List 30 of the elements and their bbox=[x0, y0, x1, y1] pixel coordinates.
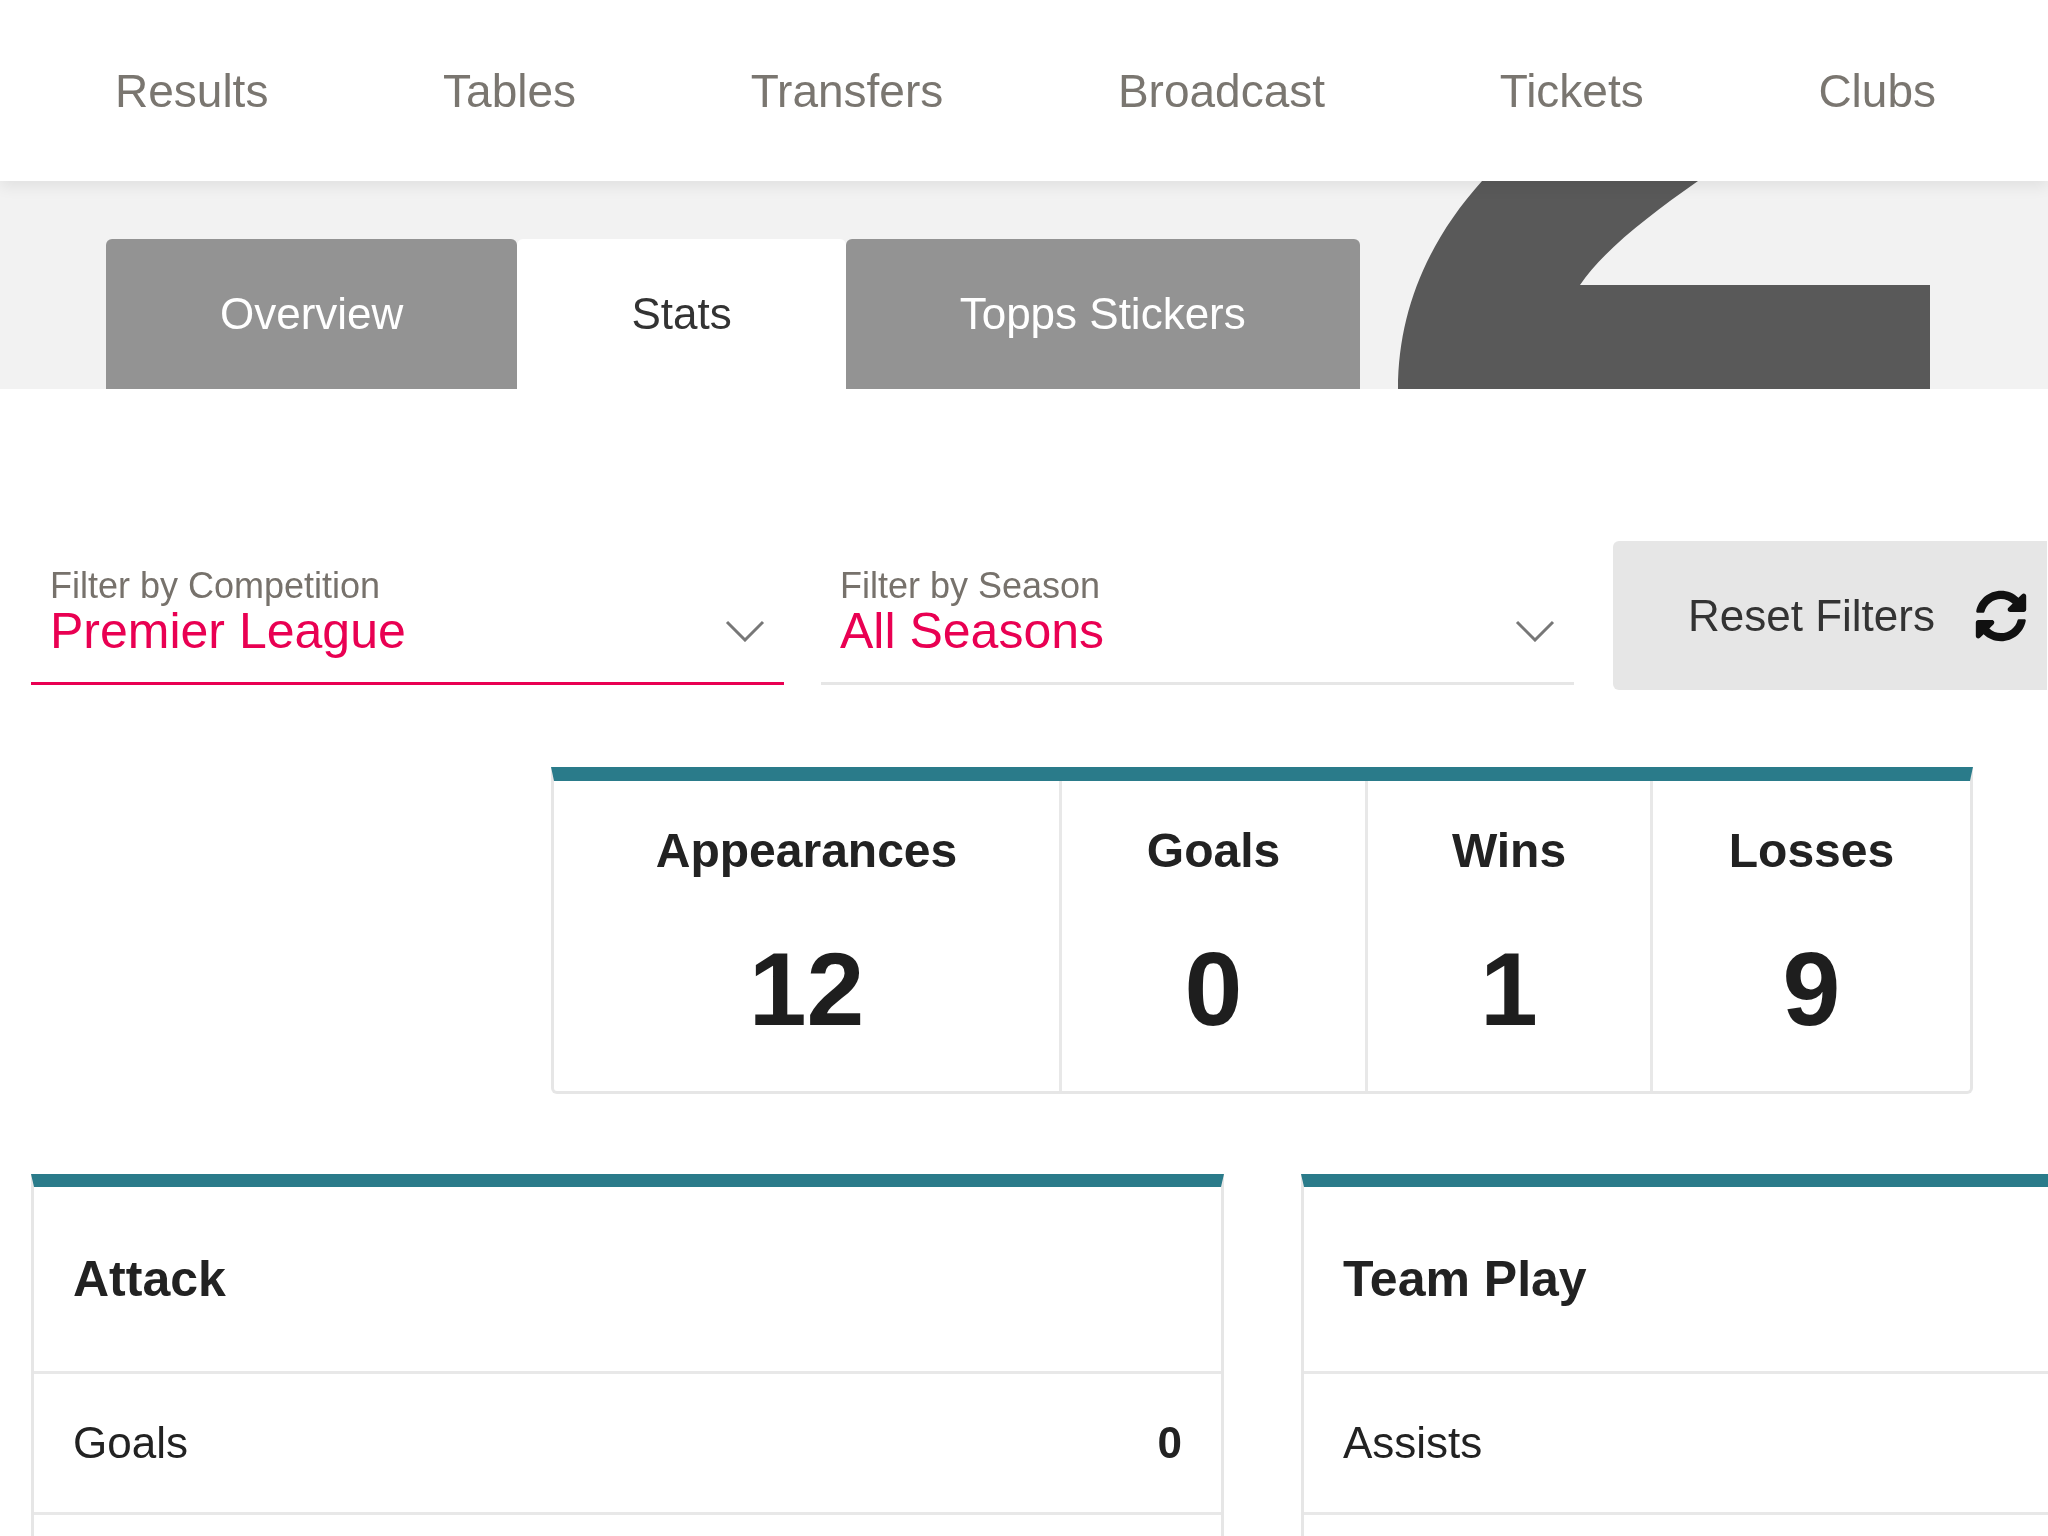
nav-link[interactable]: Transfers bbox=[750, 62, 944, 119]
nav-link[interactable]: Results bbox=[115, 62, 269, 119]
nav-link[interactable]: Clubs bbox=[1818, 62, 1936, 119]
stat-value: 1 bbox=[1480, 937, 1538, 1041]
stat-value: 12 bbox=[748, 937, 865, 1041]
nav-link[interactable]: Broadcast bbox=[1117, 62, 1326, 119]
reset-filters-button[interactable]: Reset Filters bbox=[1613, 541, 2047, 690]
stat-label: Wins bbox=[1451, 823, 1567, 879]
select-field[interactable]: All Seasons bbox=[821, 606, 1574, 685]
nav-link[interactable]: Tickets bbox=[1499, 62, 1644, 119]
stat-value: 0 bbox=[1184, 937, 1243, 1041]
nav-link[interactable]: Tables bbox=[443, 62, 577, 119]
stat-value: 9 bbox=[1782, 937, 1841, 1041]
panel-title: Attack bbox=[73, 1250, 226, 1309]
stat-label: Losses bbox=[1728, 823, 1895, 879]
panel-title: Team Play bbox=[1343, 1250, 1587, 1309]
filter-label: Filter by Competition bbox=[49, 566, 381, 606]
chevron-down-icon bbox=[1515, 620, 1555, 642]
tab[interactable]: Topps Stickers bbox=[845, 239, 1360, 389]
refresh-icon bbox=[1974, 589, 2027, 642]
stat-label: Appearances bbox=[655, 823, 958, 879]
row-value: 0 bbox=[1157, 1417, 1182, 1469]
stat-label: Goals bbox=[1146, 823, 1281, 879]
filter-label: Filter by Season bbox=[839, 566, 1101, 606]
row-label: Assists bbox=[1343, 1417, 1483, 1469]
row-label: Goals bbox=[73, 1417, 188, 1469]
tab[interactable]: Overview bbox=[106, 239, 518, 389]
select-field[interactable]: Premier League bbox=[31, 606, 784, 685]
chevron-down-icon bbox=[725, 620, 765, 642]
tab[interactable]: Stats bbox=[517, 239, 846, 389]
